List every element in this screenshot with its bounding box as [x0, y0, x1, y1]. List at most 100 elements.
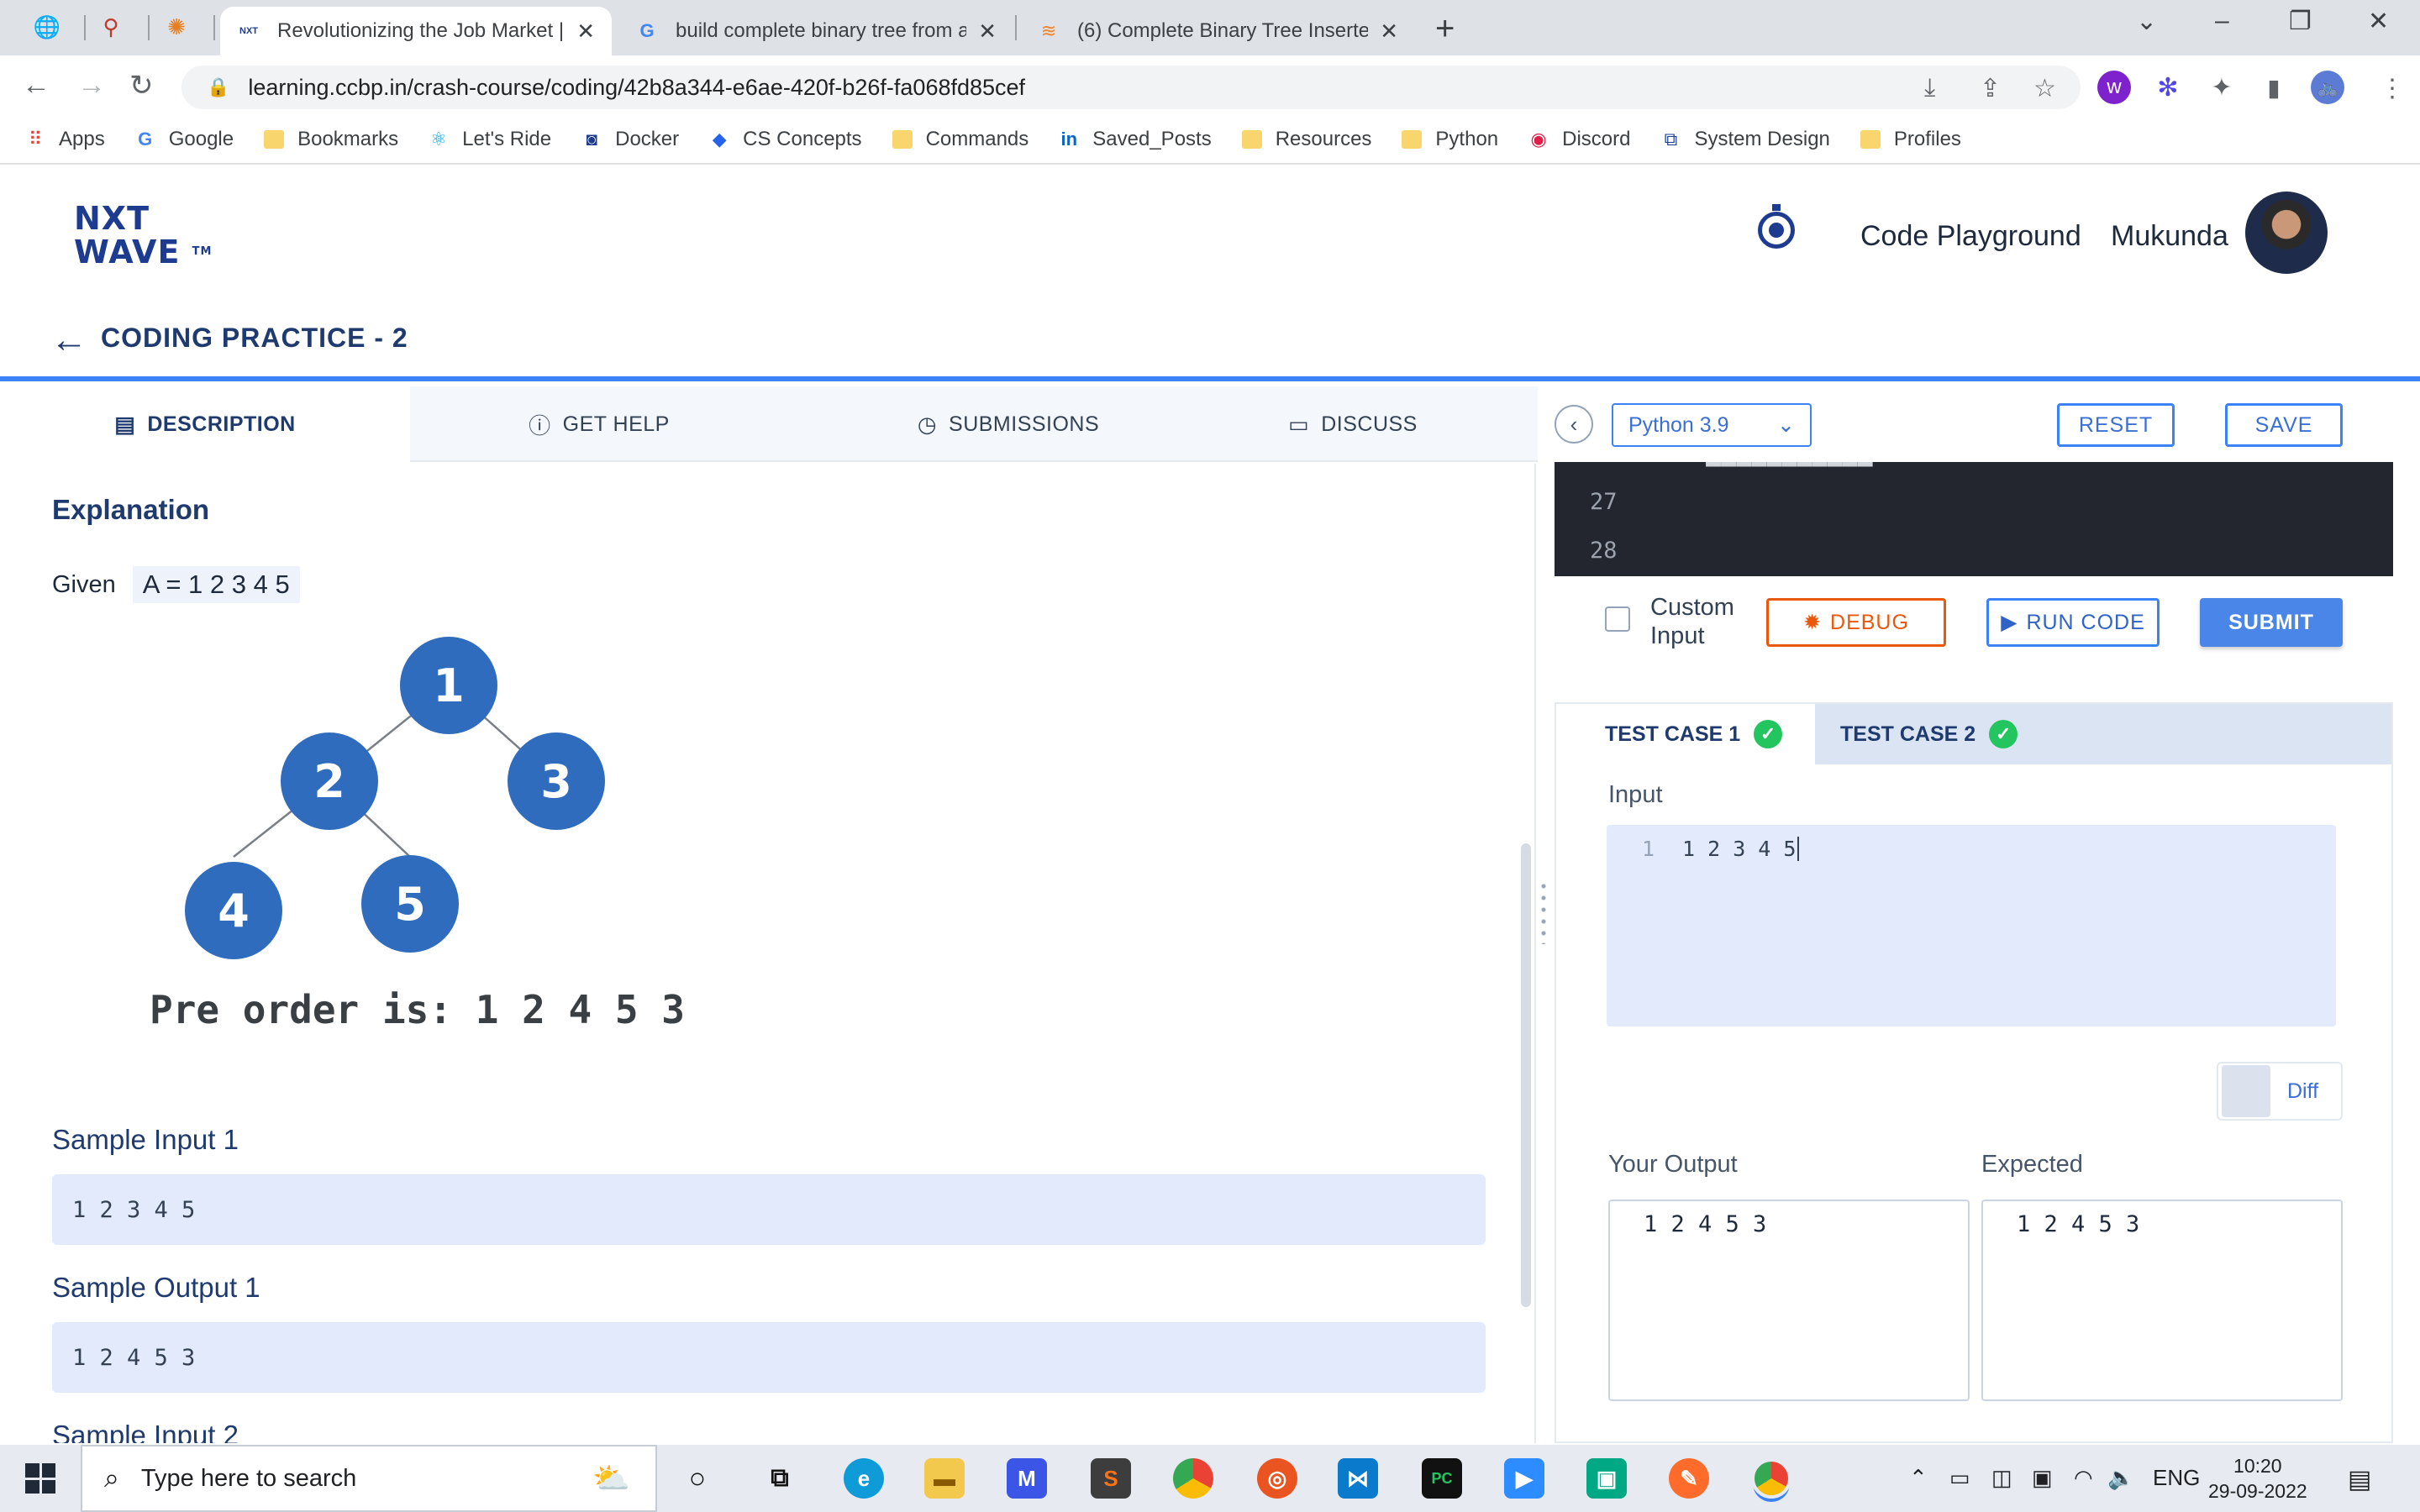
description-scrollbar[interactable]: [1521, 843, 1531, 1307]
run-code-button[interactable]: ▶ RUN CODE: [1986, 598, 2160, 647]
close-window-icon[interactable]: ✕: [2368, 7, 2389, 36]
extensions-puzzle-icon[interactable]: ✦: [2205, 71, 2238, 104]
globe-icon[interactable]: 🌐: [32, 12, 62, 42]
tab-test-case-1[interactable]: TEST CASE 1 ✓: [1556, 704, 1815, 764]
debug-button[interactable]: ✹ DEBUG: [1766, 598, 1946, 647]
bookmark-discord[interactable]: ◉ Discord: [1527, 128, 1631, 151]
tab-search-chevron-icon[interactable]: ⌄: [2136, 7, 2157, 36]
wifi-icon[interactable]: ◠: [2074, 1465, 2093, 1491]
share-icon[interactable]: ⇪: [1980, 74, 2001, 103]
chrome-icon[interactable]: [1173, 1458, 1213, 1499]
bookmark-lets-ride[interactable]: ⚛ Let's Ride: [427, 128, 551, 151]
custom-input-checkbox[interactable]: [1605, 606, 1630, 632]
tree-node-label: 5: [394, 878, 426, 931]
avatar[interactable]: [2245, 192, 2328, 274]
check-circle-icon: ✓: [1754, 720, 1783, 748]
browser-tab-active[interactable]: NXT Revolutionizing the Job Market | ✕: [220, 7, 612, 55]
editor-toolbar: ‹ Python 3.9 ⌄ RESET SAVE: [1555, 386, 2395, 462]
tab-discuss[interactable]: ▭ DISCUSS: [1193, 386, 1512, 462]
code-playground-link[interactable]: Code Playground: [1860, 220, 2081, 253]
display-icon[interactable]: ▣: [2032, 1465, 2053, 1491]
taskbar-search-input[interactable]: ⌕ Type here to search ⛅: [81, 1445, 657, 1512]
code-editor[interactable]: ▬▬▬▬▬▬▬▬▬▬▬ 27 28: [1555, 462, 2393, 576]
forward-arrow-icon[interactable]: →: [77, 69, 106, 102]
tab-get-help[interactable]: ⓘ GET HELP: [410, 386, 788, 462]
panel-resize-handle[interactable]: [1541, 880, 1546, 944]
google-meet-icon[interactable]: ▣: [1586, 1458, 1627, 1499]
bookmark-python[interactable]: Python: [1400, 128, 1498, 151]
color-wheel-icon[interactable]: ✺: [161, 12, 192, 42]
folder-icon: [262, 128, 286, 151]
tab-separator: [213, 15, 215, 40]
meet-now-icon[interactable]: ◫: [1991, 1465, 2012, 1491]
reset-button[interactable]: RESET: [2057, 403, 2175, 447]
bookmark-star-icon[interactable]: ☆: [2033, 74, 2056, 103]
vscode-icon[interactable]: ⋈: [1338, 1458, 1378, 1499]
postman-icon[interactable]: ✎: [1669, 1458, 1709, 1499]
minimize-icon[interactable]: –: [2215, 7, 2229, 35]
bookmark-docker[interactable]: ◙ Docker: [580, 128, 679, 151]
submit-button[interactable]: SUBMIT: [2200, 598, 2343, 647]
browser-tab[interactable]: ≋ (6) Complete Binary Tree Inserter ✕: [1020, 7, 1415, 55]
bookmark-resources[interactable]: Resources: [1240, 128, 1371, 151]
taskbar-clock[interactable]: 10:20 29-09-2022: [2208, 1453, 2307, 1504]
bookmark-cs-concepts[interactable]: ◆ CS Concepts: [708, 128, 862, 151]
save-button[interactable]: SAVE: [2225, 403, 2343, 447]
user-name[interactable]: Mukunda: [2111, 220, 2228, 253]
close-tab-icon[interactable]: ✕: [1380, 18, 1398, 45]
telescope-icon[interactable]: ⚲: [96, 12, 126, 42]
language-select[interactable]: Python 3.9 ⌄: [1612, 403, 1812, 447]
file-explorer-icon[interactable]: ▬: [924, 1458, 965, 1499]
bookmark-commands[interactable]: Commands: [891, 128, 1028, 151]
reload-icon[interactable]: ↻: [129, 69, 154, 102]
extension-snowflake-icon[interactable]: ✻: [2151, 71, 2185, 104]
bookmark-apps[interactable]: ⠿ Apps: [24, 128, 105, 151]
bookmark-bookmarks[interactable]: Bookmarks: [262, 128, 398, 151]
bookmark-saved-posts[interactable]: in Saved_Posts: [1057, 128, 1212, 151]
battery-icon[interactable]: ▭: [1949, 1465, 1970, 1491]
side-panel-icon[interactable]: ▮: [2257, 71, 2291, 104]
task-view-icon[interactable]: ⧉: [760, 1458, 800, 1499]
ubuntu-icon[interactable]: ◎: [1257, 1458, 1297, 1499]
folder-icon: [1400, 128, 1423, 151]
new-tab-icon[interactable]: +: [1435, 10, 1455, 48]
collapse-chevron-left-icon[interactable]: ‹: [1555, 405, 1593, 444]
pycharm-icon[interactable]: PC: [1422, 1458, 1462, 1499]
bookmark-system-design[interactable]: ⧉ System Design: [1660, 128, 1830, 151]
windows-start-icon[interactable]: [25, 1463, 55, 1494]
volume-icon[interactable]: 🔈: [2107, 1465, 2134, 1491]
bookmark-profiles[interactable]: Profiles: [1859, 128, 1961, 151]
testcase-input-field[interactable]: 1 1 2 3 4 5: [1607, 825, 2336, 1026]
browser-tab[interactable]: G build complete binary tree from a ✕: [618, 7, 1013, 55]
back-arrow-icon[interactable]: ←: [22, 69, 50, 102]
close-tab-icon[interactable]: ✕: [978, 18, 997, 45]
tab-description[interactable]: ▤ DESCRIPTION: [0, 386, 410, 462]
language-indicator[interactable]: ENG: [2153, 1465, 2200, 1491]
back-arrow-icon[interactable]: ←: [50, 319, 87, 361]
more-menu-icon[interactable]: ⋮: [2380, 74, 2405, 103]
diff-toggle[interactable]: Diff: [2217, 1062, 2343, 1121]
close-tab-icon[interactable]: ✕: [576, 18, 595, 45]
tab-test-case-2[interactable]: TEST CASE 2 ✓: [1815, 704, 2067, 764]
tray-chevron-up-icon[interactable]: ⌃: [1909, 1465, 1928, 1491]
tab-submissions[interactable]: ◷ SUBMISSIONS: [840, 386, 1176, 462]
stopwatch-icon[interactable]: [1758, 204, 1795, 249]
expected-output-box: 1 2 4 5 3: [1981, 1200, 2343, 1401]
app-m-icon[interactable]: M: [1007, 1458, 1047, 1499]
cortana-icon[interactable]: ○: [677, 1458, 718, 1499]
zoom-icon[interactable]: ▶: [1504, 1458, 1544, 1499]
apps-grid-icon: ⠿: [28, 129, 43, 150]
nxtwave-logo[interactable]: NXT WAVE TM: [74, 202, 212, 269]
notifications-icon[interactable]: ▤: [2348, 1465, 2371, 1494]
input-value: 1 2 3 4 5: [1682, 837, 1800, 861]
weather-widget-icon[interactable]: ⛅: [592, 1461, 630, 1496]
chrome-active-icon[interactable]: [1751, 1458, 1791, 1499]
profile-avatar-icon[interactable]: 🚲: [2311, 71, 2344, 104]
edge-icon[interactable]: e: [844, 1458, 884, 1499]
sublime-text-icon[interactable]: S: [1091, 1458, 1131, 1499]
bookmark-google[interactable]: G Google: [134, 128, 234, 151]
install-icon[interactable]: ⤓: [1924, 74, 1935, 102]
restore-icon[interactable]: ❐: [2289, 7, 2312, 36]
extension-w-icon[interactable]: w: [2097, 71, 2131, 104]
address-bar[interactable]: 🔒 learning.ccbp.in/crash-course/coding/4…: [182, 66, 2081, 109]
